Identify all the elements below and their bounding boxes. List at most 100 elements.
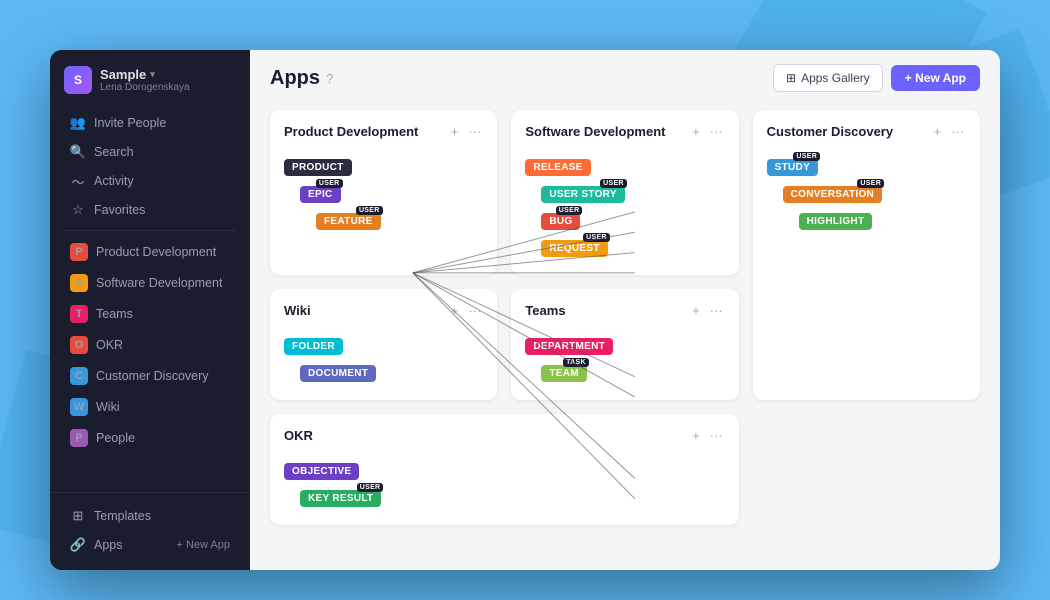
card-title-wiki: Wiki <box>284 303 311 318</box>
sidebar-item-invite-people[interactable]: 👥 Invite People <box>56 109 244 137</box>
main-window: S Sample ▾ Lena Dorogenskaya 👥 Invite Pe… <box>50 50 1000 570</box>
node-userstory: USER STORY USER <box>541 184 724 203</box>
node-feature-row: FEATURE USER <box>316 211 483 230</box>
menu-button-product-development[interactable]: ··· <box>466 124 483 139</box>
node-keyresult: KEY RESULT USER <box>300 488 725 507</box>
teams-icon: T <box>70 305 88 323</box>
sidebar-item-favorites[interactable]: ☆ Favorites <box>56 196 244 224</box>
node-epic-row: EPIC USER <box>300 184 483 203</box>
card-actions-teams: + ··· <box>690 303 725 318</box>
sidebar-nav: 👥 Invite People 🔍 Search 〜 Activity ☆ Fa… <box>50 104 250 458</box>
sidebar-item-okr[interactable]: O OKR <box>56 330 244 360</box>
people-icon: P <box>70 429 88 447</box>
node-study: STUDY USER <box>767 157 966 176</box>
add-button-customer-discovery[interactable]: + <box>931 124 943 139</box>
node-bug: BUG USER <box>541 211 724 230</box>
sidebar-bottom: ⊞ Templates 🔗 Apps + New App <box>50 492 250 570</box>
node-conversation: CONVERSATION USER <box>783 184 966 203</box>
node-product: PRODUCT <box>284 157 483 176</box>
card-header-wiki: Wiki + ··· <box>284 303 483 318</box>
apps-grid: Product Development + ··· PRODUCT EPIC <box>250 102 1000 570</box>
card-title-software-development: Software Development <box>525 124 665 139</box>
card-actions-product-development: + ··· <box>449 124 484 139</box>
card-software-development: Software Development + ··· RELEASE USER <box>511 110 738 275</box>
workspace-info: Sample ▾ Lena Dorogenskaya <box>100 67 190 93</box>
menu-button-okr[interactable]: ··· <box>708 428 725 443</box>
nodes-product-development: PRODUCT EPIC USER FEATURE USER <box>284 153 483 234</box>
node-release: RELEASE <box>525 157 724 176</box>
new-app-button[interactable]: + New App <box>891 65 980 91</box>
main-header: Apps ? ⊞ Apps Gallery + New App <box>250 50 1000 102</box>
card-actions-okr: + ··· <box>690 428 725 443</box>
okr-icon: O <box>70 336 88 354</box>
menu-button-wiki[interactable]: ··· <box>466 303 483 318</box>
nodes-teams: DEPARTMENT TEAM TASK <box>525 332 724 386</box>
card-title-teams: Teams <box>525 303 565 318</box>
templates-icon: ⊞ <box>70 508 86 524</box>
sidebar-item-templates[interactable]: ⊞ Templates <box>56 502 244 530</box>
menu-button-customer-discovery[interactable]: ··· <box>949 124 966 139</box>
software-development-icon: S <box>70 274 88 292</box>
sidebar-item-teams[interactable]: T Teams <box>56 299 244 329</box>
node-document: DOCUMENT <box>300 363 483 382</box>
help-icon[interactable]: ? <box>326 71 333 86</box>
card-header-product-development: Product Development + ··· <box>284 124 483 139</box>
card-header-customer-discovery: Customer Discovery + ··· <box>767 124 966 139</box>
new-app-sidebar-label[interactable]: + New App <box>176 539 230 551</box>
card-teams: Teams + ··· DEPARTMENT TEAM <box>511 289 738 400</box>
wiki-icon: W <box>70 398 88 416</box>
workspace-logo: S <box>64 66 92 94</box>
page-title: Apps ? <box>270 67 333 90</box>
sidebar-item-product-development[interactable]: P Product Development <box>56 237 244 267</box>
header-actions: ⊞ Apps Gallery + New App <box>773 64 980 92</box>
workspace-user: Lena Dorogenskaya <box>100 82 190 93</box>
activity-icon: 〜 <box>70 173 86 189</box>
card-title-okr: OKR <box>284 428 313 443</box>
main-content: Apps ? ⊞ Apps Gallery + New App <box>250 50 1000 570</box>
node-folder: FOLDER <box>284 336 483 355</box>
invite-people-icon: 👥 <box>70 115 86 131</box>
menu-button-software-development[interactable]: ··· <box>708 124 725 139</box>
workspace-header[interactable]: S Sample ▾ Lena Dorogenskaya <box>50 50 250 104</box>
card-okr: OKR + ··· OBJECTIVE KEY RESULT <box>270 414 739 525</box>
menu-button-teams[interactable]: ··· <box>708 303 725 318</box>
add-button-teams[interactable]: + <box>690 303 702 318</box>
sidebar-item-customer-discovery[interactable]: C Customer Discovery <box>56 361 244 391</box>
node-request: REQUEST USER <box>541 238 724 257</box>
card-header-software-development: Software Development + ··· <box>525 124 724 139</box>
card-title-product-development: Product Development <box>284 124 418 139</box>
workspace-name: Sample ▾ <box>100 67 190 82</box>
sidebar-item-wiki[interactable]: W Wiki <box>56 392 244 422</box>
apps-gallery-button[interactable]: ⊞ Apps Gallery <box>773 64 883 92</box>
node-department: DEPARTMENT <box>525 336 724 355</box>
nodes-okr: OBJECTIVE KEY RESULT USER <box>284 457 725 511</box>
sidebar: S Sample ▾ Lena Dorogenskaya 👥 Invite Pe… <box>50 50 250 570</box>
sidebar-item-software-development[interactable]: S Software Development <box>56 268 244 298</box>
card-header-teams: Teams + ··· <box>525 303 724 318</box>
apps-icon: 🔗 <box>70 537 86 553</box>
node-objective: OBJECTIVE <box>284 461 725 480</box>
card-title-customer-discovery: Customer Discovery <box>767 124 893 139</box>
nodes-wiki: FOLDER DOCUMENT <box>284 332 483 386</box>
add-button-okr[interactable]: + <box>690 428 702 443</box>
add-button-product-development[interactable]: + <box>449 124 461 139</box>
card-product-development: Product Development + ··· PRODUCT EPIC <box>270 110 497 275</box>
add-button-software-development[interactable]: + <box>690 124 702 139</box>
favorites-icon: ☆ <box>70 202 86 218</box>
nodes-customer-discovery: STUDY USER CONVERSATION USER HIGHLIGHT <box>767 153 966 234</box>
grid-icon: ⊞ <box>786 71 796 85</box>
card-actions-wiki: + ··· <box>449 303 484 318</box>
add-button-wiki[interactable]: + <box>449 303 461 318</box>
product-development-icon: P <box>70 243 88 261</box>
sidebar-item-activity[interactable]: 〜 Activity <box>56 167 244 195</box>
card-customer-discovery: Customer Discovery + ··· STUDY USER <box>753 110 980 400</box>
card-actions-customer-discovery: + ··· <box>931 124 966 139</box>
sidebar-item-search[interactable]: 🔍 Search <box>56 138 244 166</box>
card-wiki: Wiki + ··· FOLDER DOCUMENT <box>270 289 497 400</box>
search-icon: 🔍 <box>70 144 86 160</box>
sidebar-item-people[interactable]: P People <box>56 423 244 453</box>
nodes-software-development: RELEASE USER STORY USER BUG USER <box>525 153 724 261</box>
card-actions-software-development: + ··· <box>690 124 725 139</box>
sidebar-item-apps[interactable]: 🔗 Apps + New App <box>56 531 244 559</box>
node-highlight: HIGHLIGHT <box>799 211 966 230</box>
